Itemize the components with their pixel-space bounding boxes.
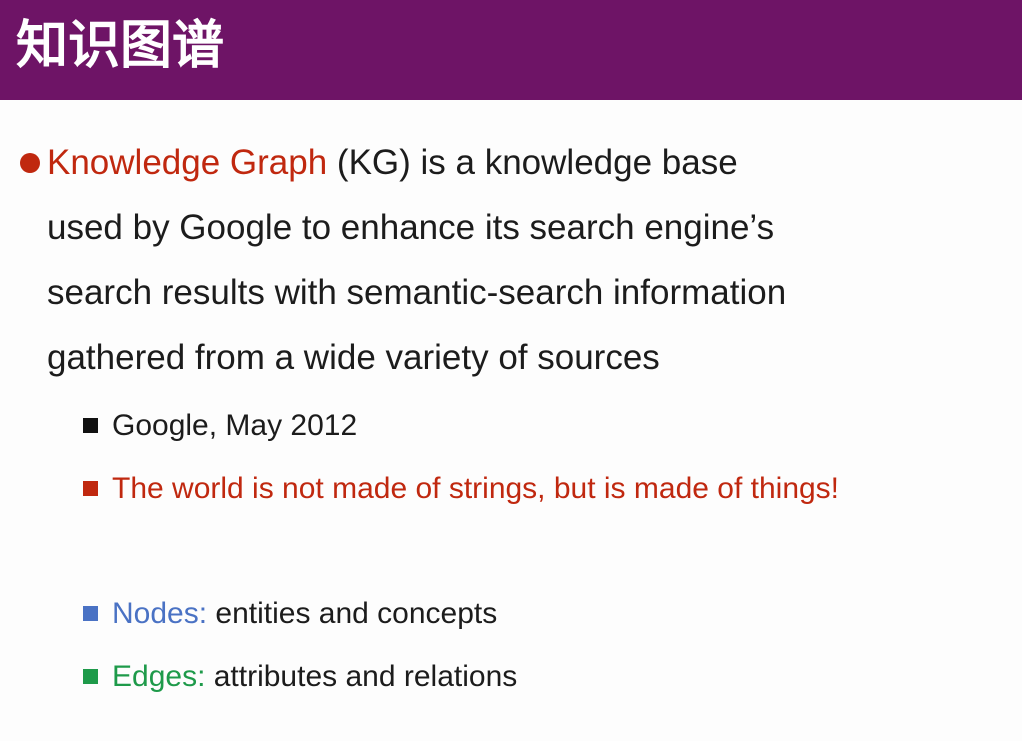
round-bullet-icon	[20, 153, 40, 173]
nodes-term: Nodes:	[112, 597, 208, 630]
sub-item-google-date: Google, May 2012	[83, 406, 357, 446]
slide-title: 知识图谱	[16, 16, 225, 76]
main-line-3: search results with semantic-search info…	[47, 273, 787, 312]
sub-item-nodes: Nodes: entities and concepts	[83, 594, 497, 634]
main-line-1: Knowledge Graph (KG) is a knowledge base	[47, 130, 997, 195]
square-bullet-icon	[83, 606, 98, 621]
sub-item-edges: Edges: attributes and relations	[83, 657, 517, 697]
knowledge-graph-term: Knowledge Graph	[47, 143, 328, 182]
main-line-4: gathered from a wide variety of sources	[47, 338, 660, 377]
main-line-1-rest: (KG) is a knowledge base	[327, 143, 738, 182]
square-bullet-icon	[83, 669, 98, 684]
sub-item-text: Google, May 2012	[112, 409, 358, 442]
square-bullet-icon	[83, 418, 98, 433]
main-line-2: used by Google to enhance its search eng…	[47, 208, 775, 247]
sub-item-things-quote: The world is not made of strings, but is…	[83, 469, 839, 509]
square-bullet-icon	[83, 481, 98, 496]
edges-term: Edges:	[112, 660, 206, 693]
sub-item-text: attributes and relations	[205, 660, 518, 693]
title-bar: 知识图谱	[0, 0, 1022, 100]
sub-item-text: entities and concepts	[207, 597, 498, 630]
main-bullet-text: Knowledge Graph (KG) is a knowledge base…	[47, 130, 997, 390]
sub-item-text: The world is not made of strings, but is…	[112, 472, 840, 505]
